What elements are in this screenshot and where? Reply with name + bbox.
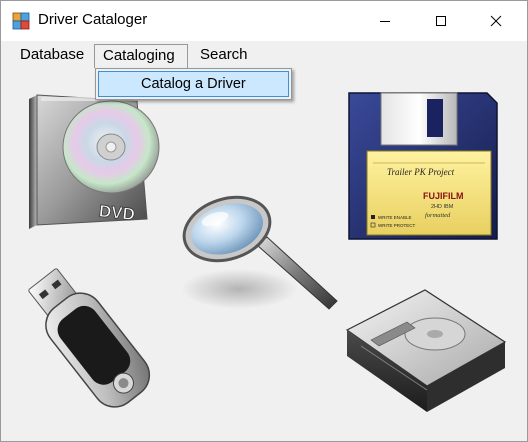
minimize-button[interactable]: [362, 1, 408, 41]
close-button[interactable]: [473, 1, 519, 41]
floppy-brand: FUJIFILM: [423, 191, 464, 201]
floppy-formatted: formatted: [425, 212, 451, 219]
window-title: Driver Cataloger: [38, 11, 148, 28]
menu-search[interactable]: Search: [192, 44, 256, 66]
main-window: Driver Cataloger Database Cataloging Sea…: [0, 0, 528, 442]
usb-drive-image: [28, 268, 151, 408]
dvd-label: DVD: [98, 201, 136, 224]
dvd-case-image: DVD: [29, 94, 160, 229]
maximize-icon: [436, 16, 446, 26]
floppy-disk-image: Trailer PK Project FUJIFILM 2HD IBM form…: [348, 92, 498, 240]
minimize-icon: [380, 21, 390, 22]
menu-database[interactable]: Database: [12, 44, 92, 66]
title-bar[interactable]: Driver Cataloger: [1, 1, 527, 41]
floppy-write-protect: WRITE PROTECT: [378, 223, 415, 228]
cataloging-dropdown: Catalog a Driver: [95, 68, 292, 100]
floppy-model: 2HD IBM: [431, 204, 454, 210]
magnifying-glass-image: [181, 195, 338, 310]
hard-disk-image: [345, 289, 507, 412]
menu-cataloging[interactable]: Cataloging: [94, 44, 188, 68]
menu-item-catalog-a-driver[interactable]: Catalog a Driver: [98, 71, 289, 97]
floppy-label-text: Trailer PK Project: [387, 167, 455, 177]
close-icon: [490, 15, 502, 27]
maximize-button[interactable]: [418, 1, 464, 41]
menu-bar: Database Cataloging Search: [1, 41, 527, 69]
floppy-write-enable: WRITE ENABLE: [378, 215, 412, 220]
app-icon: [12, 12, 30, 30]
